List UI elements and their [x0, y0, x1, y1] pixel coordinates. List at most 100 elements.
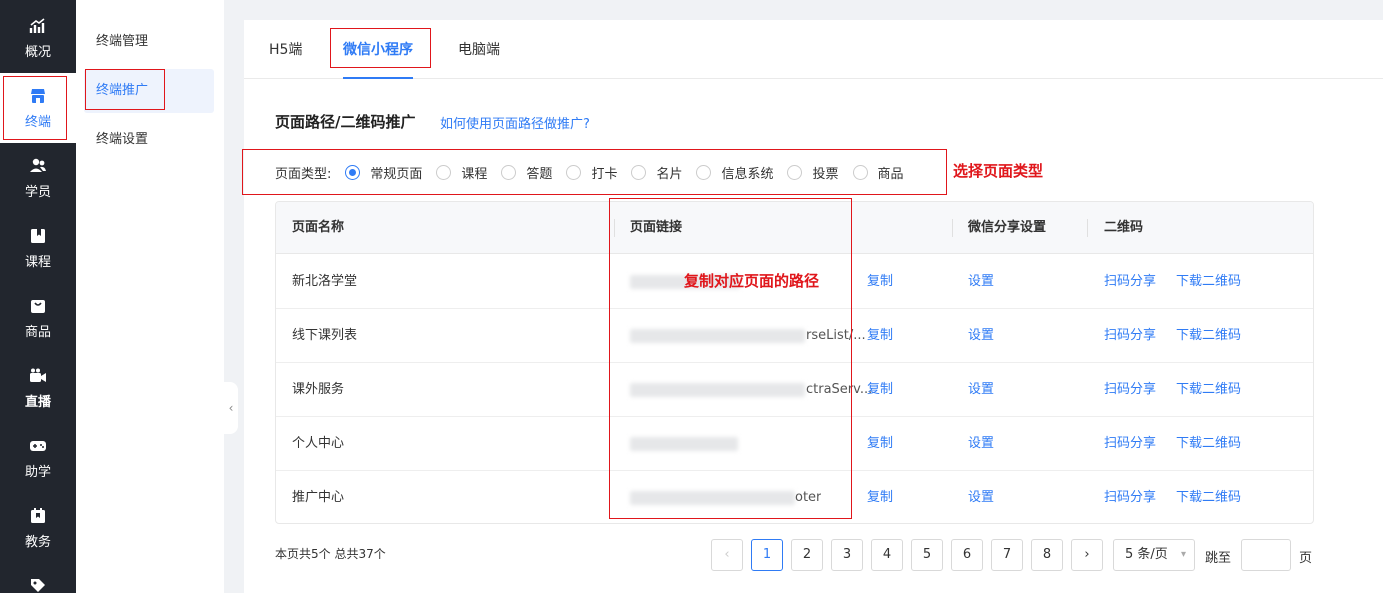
nav-label: 商品	[24, 324, 51, 340]
nav-item-overview[interactable]: 概况	[0, 3, 76, 73]
page-summary: 本页共5个 总共37个	[275, 547, 386, 561]
subnav-item-terminal-settings[interactable]: 终端设置	[84, 118, 214, 162]
nav-item-students[interactable]: 学员	[0, 143, 76, 213]
radio-circle	[436, 164, 452, 180]
page-name: 个人中心	[292, 436, 345, 451]
scan-share-link[interactable]: 扫码分享	[1104, 363, 1156, 417]
page-button-4[interactable]: 4	[871, 539, 903, 571]
blurred-path	[630, 329, 805, 343]
collapse-sidebar-button[interactable]: ‹	[224, 382, 238, 434]
page-name: 新北洛学堂	[292, 274, 358, 289]
page-path-text: ctraServ...	[806, 382, 873, 397]
radio-checkin[interactable]: 打卡	[566, 163, 617, 182]
radio-goods[interactable]: 商品	[852, 163, 904, 182]
header-qrcode: 二维码	[1104, 220, 1144, 235]
header-page-name: 页面名称	[292, 220, 345, 235]
page-size-value: 5 条/页	[1125, 547, 1168, 562]
radio-course[interactable]: 课程	[436, 163, 487, 182]
nav-item-courses[interactable]: 课程	[0, 213, 76, 283]
video-camera-icon	[29, 367, 47, 385]
copy-link[interactable]: 复制	[867, 363, 893, 417]
radio-label: 投票	[812, 166, 839, 182]
main-card: H5端 微信小程序 电脑端 页面路径/二维码推广 如何使用页面路径做推广? 页面…	[242, 20, 1383, 593]
help-link[interactable]: 如何使用页面路径做推广?	[440, 113, 590, 132]
header-divider	[952, 219, 953, 237]
scan-share-link[interactable]: 扫码分享	[1104, 417, 1156, 471]
tab-desktop[interactable]: 电脑端	[458, 20, 500, 79]
page-button-2[interactable]: 2	[791, 539, 823, 571]
table-row: 推广中心 oter 复制 设置 扫码分享 下载二维码	[276, 471, 1313, 523]
radio-vote[interactable]: 投票	[787, 163, 839, 182]
scan-share-link[interactable]: 扫码分享	[1104, 309, 1156, 363]
radio-circle	[787, 164, 803, 180]
page-size-select[interactable]: 5 条/页 ▾	[1113, 539, 1195, 571]
copy-link[interactable]: 复制	[867, 309, 893, 363]
share-settings-link[interactable]: 设置	[968, 309, 994, 363]
page-button-3[interactable]: 3	[831, 539, 863, 571]
page-path-text: rseList/...	[806, 328, 866, 343]
next-page-button[interactable]: ›	[1071, 539, 1103, 571]
page-button-6[interactable]: 6	[951, 539, 983, 571]
scan-share-link[interactable]: 扫码分享	[1104, 471, 1156, 523]
scan-share-link[interactable]: 扫码分享	[1104, 255, 1156, 309]
tab-wechat-mini-program[interactable]: 微信小程序	[343, 20, 413, 79]
nav-item-academic[interactable]: 教务	[0, 493, 76, 563]
page-button-8[interactable]: 8	[1031, 539, 1063, 571]
page-button-5[interactable]: 5	[911, 539, 943, 571]
radio-quiz[interactable]: 答题	[501, 163, 552, 182]
radio-label: 打卡	[591, 166, 618, 182]
platform-tabs: H5端 微信小程序 电脑端	[244, 20, 1383, 79]
annotation-copy-path: 复制对应页面的路径	[684, 272, 820, 290]
nav-label: 课程	[24, 254, 51, 270]
subnav-item-terminal-promote[interactable]: 终端推广	[84, 69, 214, 113]
chart-trend-icon	[29, 17, 47, 35]
page-button-1[interactable]: 1	[751, 539, 783, 571]
chevron-down-icon: ▾	[1180, 549, 1186, 560]
nav-item-terminal[interactable]: 终端	[0, 73, 76, 143]
download-qrcode-link[interactable]: 下载二维码	[1176, 363, 1241, 417]
radio-circle	[566, 164, 582, 180]
annotation-select-page-type: 选择页面类型	[953, 162, 1044, 180]
nav-item-goods[interactable]: 商品	[0, 283, 76, 353]
radio-business-card[interactable]: 名片	[631, 163, 682, 182]
radio-label: 信息系统	[721, 166, 774, 182]
page-button-7[interactable]: 7	[991, 539, 1023, 571]
share-settings-link[interactable]: 设置	[968, 417, 994, 471]
jump-unit: 页	[1299, 551, 1313, 566]
share-settings-link[interactable]: 设置	[968, 363, 994, 417]
jump-page-input[interactable]	[1241, 539, 1291, 571]
gamepad-icon	[29, 437, 47, 455]
radio-label: 常规页面	[370, 166, 423, 182]
nav-item-study-aid[interactable]: 助学	[0, 423, 76, 493]
download-qrcode-link[interactable]: 下载二维码	[1176, 255, 1241, 309]
header-wechat-share: 微信分享设置	[968, 220, 1047, 235]
download-qrcode-link[interactable]: 下载二维码	[1176, 309, 1241, 363]
pages-table: 页面名称 页面链接 微信分享设置 二维码 新北洛学堂 复制 设置 扫码分享 下载…	[275, 201, 1314, 524]
page-path-text: oter	[795, 490, 822, 505]
download-qrcode-link[interactable]: 下载二维码	[1176, 471, 1241, 523]
share-settings-link[interactable]: 设置	[968, 255, 994, 309]
radio-info-system[interactable]: 信息系统	[696, 163, 773, 182]
radio-circle	[345, 164, 361, 180]
copy-link[interactable]: 复制	[867, 471, 893, 523]
prev-page-button[interactable]: ‹	[711, 539, 743, 571]
nav-item-live[interactable]: 直播	[0, 353, 76, 423]
blurred-path	[630, 491, 795, 505]
table-header: 页面名称 页面链接 微信分享设置 二维码	[276, 202, 1313, 254]
nav-item-more[interactable]	[0, 563, 76, 593]
copy-link[interactable]: 复制	[867, 417, 893, 471]
radio-circle	[631, 164, 647, 180]
radio-regular-page[interactable]: 常规页面	[345, 163, 422, 182]
download-qrcode-link[interactable]: 下载二维码	[1176, 417, 1241, 471]
subnav-item-terminal-manage[interactable]: 终端管理	[84, 20, 214, 64]
page-name: 推广中心	[292, 490, 345, 505]
nav-label: 终端	[24, 114, 51, 130]
share-settings-link[interactable]: 设置	[968, 471, 994, 523]
tab-h5[interactable]: H5端	[269, 20, 302, 79]
bag-icon	[29, 297, 47, 315]
chevron-right-icon: ›	[1084, 547, 1090, 562]
nav-label: 助学	[24, 464, 51, 480]
radio-circle	[852, 164, 868, 180]
copy-link[interactable]: 复制	[867, 255, 893, 309]
radio-label: 名片	[656, 166, 683, 182]
